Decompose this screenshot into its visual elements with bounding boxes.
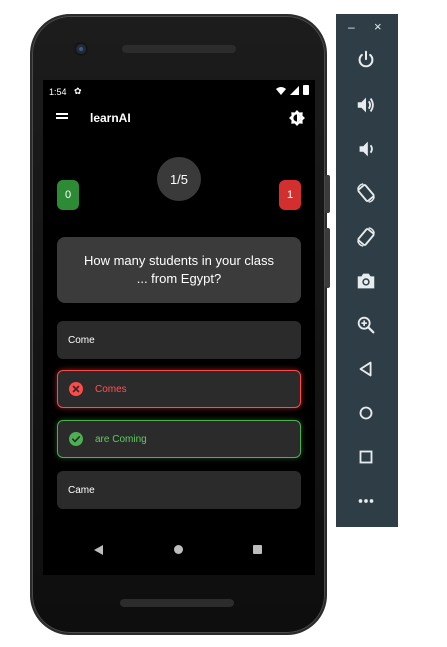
answer-option-1[interactable]: Come <box>57 321 301 359</box>
question-text: How many students in your class ... from… <box>83 253 275 286</box>
more-button[interactable] <box>354 489 378 513</box>
overview-icon <box>359 450 373 464</box>
minimize-button[interactable]: – <box>348 20 355 34</box>
answer-label: are Coming <box>95 433 147 445</box>
status-time: 1:54 <box>49 87 67 97</box>
back-button[interactable] <box>354 357 378 381</box>
answer-label: Come <box>68 334 95 346</box>
answer-label: Comes <box>95 383 127 395</box>
battery-icon <box>303 85 309 95</box>
camera-icon <box>357 273 375 289</box>
status-bar: 1:54 ✿ <box>43 80 315 104</box>
emulator-window-controls: – × <box>336 14 398 42</box>
answer-option-3[interactable]: are Coming <box>57 420 301 458</box>
emulator-toolbar: – × <box>336 14 398 527</box>
app-title: learnAI <box>90 111 131 125</box>
system-nav-bar <box>43 535 315 565</box>
screenshot-button[interactable] <box>354 269 378 293</box>
close-button[interactable]: × <box>374 19 382 34</box>
overview-button[interactable] <box>354 445 378 469</box>
app-bar: learnAI <box>43 104 315 134</box>
volume-down-icon <box>359 141 373 157</box>
wrong-answer-icon <box>69 382 83 396</box>
power-icon <box>358 50 374 68</box>
zoom-button[interactable] <box>354 313 378 337</box>
menu-icon[interactable] <box>56 113 68 123</box>
volume-down-button[interactable] <box>354 137 378 161</box>
rotate-right-button[interactable] <box>354 225 378 249</box>
phone-volume-key <box>325 228 330 288</box>
volume-up-icon <box>357 97 374 113</box>
more-icon <box>358 499 374 503</box>
back-icon <box>359 361 372 377</box>
correct-answer-icon <box>69 432 83 446</box>
nav-recents-icon[interactable] <box>253 545 262 554</box>
question-card: How many students in your class ... from… <box>57 237 301 303</box>
answer-option-4[interactable]: Came <box>57 471 301 509</box>
question-progress: 1/5 <box>157 157 201 201</box>
nav-back-icon[interactable] <box>94 545 103 555</box>
volume-up-button[interactable] <box>354 93 378 117</box>
zoom-icon <box>357 316 375 334</box>
wrong-score-badge: 1 <box>279 180 301 210</box>
brightness-icon[interactable] <box>289 110 305 126</box>
rotate-right-icon <box>357 227 375 247</box>
phone-screen: 1:54 ✿ learnAI 0 1/5 1 How many students… <box>43 80 315 575</box>
correct-score-badge: 0 <box>57 180 79 210</box>
rotate-left-button[interactable] <box>354 181 378 205</box>
phone-power-key <box>325 175 330 213</box>
home-icon <box>359 406 373 420</box>
home-button[interactable] <box>354 401 378 425</box>
status-icons <box>276 85 309 95</box>
answer-option-2[interactable]: Comes <box>57 370 301 408</box>
nav-home-icon[interactable] <box>174 545 183 554</box>
answer-label: Came <box>68 484 95 496</box>
front-camera <box>76 44 86 54</box>
signal-icon <box>290 85 299 95</box>
rotate-left-icon <box>357 183 375 203</box>
power-button[interactable] <box>354 48 378 72</box>
bottom-speaker <box>120 599 234 607</box>
top-speaker <box>122 45 236 53</box>
wifi-icon <box>276 86 286 95</box>
settings-icon: ✿ <box>74 86 82 96</box>
